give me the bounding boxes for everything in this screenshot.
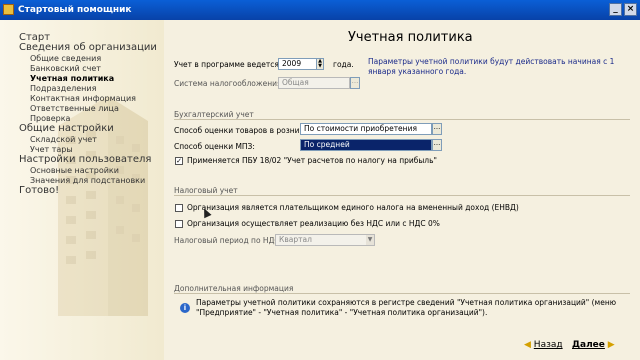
year-spinner[interactable]: ▲ ▼ xyxy=(316,58,324,70)
sidebar-item-contacts[interactable]: Контактная информация xyxy=(30,94,136,103)
sidebar-item-accounting-policy[interactable]: Учетная политика xyxy=(30,74,114,83)
title-bar: Стартовый помощник _ × xyxy=(0,0,640,20)
envd-checkbox[interactable] xyxy=(175,204,183,212)
envd-checkbox-label: Организация является плательщиком единог… xyxy=(187,203,519,212)
tax-section-title: Налоговый учет xyxy=(174,186,238,195)
year-suffix: года. xyxy=(333,60,354,69)
next-arrow-icon: ▶ xyxy=(607,340,615,350)
extra-divider xyxy=(174,293,630,294)
year-input[interactable]: 2009 xyxy=(278,58,318,70)
tax-system-field: Общая xyxy=(278,77,350,89)
tax-divider xyxy=(174,195,630,196)
sidebar-item-done[interactable]: Готово! xyxy=(19,185,59,196)
sidebar-item-responsible[interactable]: Ответственные лица xyxy=(30,104,119,113)
sidebar: Старт Сведения об организации Общие свед… xyxy=(0,20,164,360)
mpz-valuation-field[interactable]: По средней xyxy=(300,139,432,151)
sidebar-item-check[interactable]: Проверка xyxy=(30,114,70,123)
goods-valuation-select-button[interactable]: ... xyxy=(432,123,442,135)
next-button-label: Далее xyxy=(572,340,605,350)
accounting-divider xyxy=(174,119,630,120)
close-button[interactable]: × xyxy=(624,3,637,16)
mpz-valuation-select-button[interactable]: ... xyxy=(432,139,442,151)
sidebar-item-bank[interactable]: Банковский счет xyxy=(30,64,101,73)
tax-system-label: Система налогообложения: xyxy=(174,79,285,88)
sidebar-item-org-info[interactable]: Сведения об организации xyxy=(19,42,157,53)
next-button[interactable]: Далее ▶ xyxy=(572,340,615,350)
accounting-section-title: Бухгалтерский учет xyxy=(174,110,254,119)
spin-down-icon[interactable]: ▼ xyxy=(317,64,323,69)
page-title: Учетная политика xyxy=(348,30,473,45)
sidebar-item-substitution[interactable]: Значения для подстановки xyxy=(30,176,145,185)
nds0-checkbox-label: Организация осуществляет реализацию без … xyxy=(187,219,440,228)
nds-period-dropdown-icon: ▼ xyxy=(366,235,374,245)
minimize-button[interactable]: _ xyxy=(609,3,622,16)
year-note: Параметры учетной политики будут действо… xyxy=(368,57,615,76)
app-icon xyxy=(3,4,14,15)
sidebar-item-general[interactable]: Общие сведения xyxy=(30,54,101,63)
pbu-checkbox[interactable]: ✓ xyxy=(175,157,183,165)
sidebar-item-containers[interactable]: Учет тары xyxy=(30,145,73,154)
back-button-label: Назад xyxy=(533,340,563,350)
sidebar-item-departments[interactable]: Подразделения xyxy=(30,84,96,93)
sidebar-item-user-settings[interactable]: Настройки пользователя xyxy=(19,154,151,165)
wizard-window: Стартовый помощник _ × Старт Сведения об xyxy=(0,0,640,360)
back-arrow-icon: ◀ xyxy=(524,340,531,350)
main-panel: Учетная политика Учет в программе ведетс… xyxy=(168,20,640,360)
nds-period-select: Квартал xyxy=(275,234,375,246)
goods-valuation-field[interactable]: По стоимости приобретения xyxy=(300,123,432,135)
extra-section-title: Дополнительная информация xyxy=(174,284,294,293)
goods-valuation-label: Способ оценки товаров в рознице: xyxy=(174,126,312,135)
window-title: Стартовый помощник xyxy=(18,5,132,15)
extra-info-text: Параметры учетной политики сохраняются в… xyxy=(196,298,617,317)
pbu-checkbox-label: Применяется ПБУ 18/02 "Учет расчетов по … xyxy=(187,156,437,165)
back-button[interactable]: ◀ Назад xyxy=(524,340,563,350)
tax-system-select-button: ... xyxy=(350,77,360,89)
sidebar-item-general-settings[interactable]: Общие настройки xyxy=(19,123,114,134)
nds0-checkbox[interactable] xyxy=(175,220,183,228)
year-label: Учет в программе ведется с: xyxy=(174,60,288,69)
sidebar-item-warehouse[interactable]: Складской учет xyxy=(30,135,97,144)
mpz-valuation-label: Способ оценки МПЗ: xyxy=(174,142,255,151)
sidebar-item-basic-settings[interactable]: Основные настройки xyxy=(30,166,119,175)
info-icon: i xyxy=(180,303,190,313)
nds-period-label: Налоговый период по НДС: xyxy=(174,236,283,245)
